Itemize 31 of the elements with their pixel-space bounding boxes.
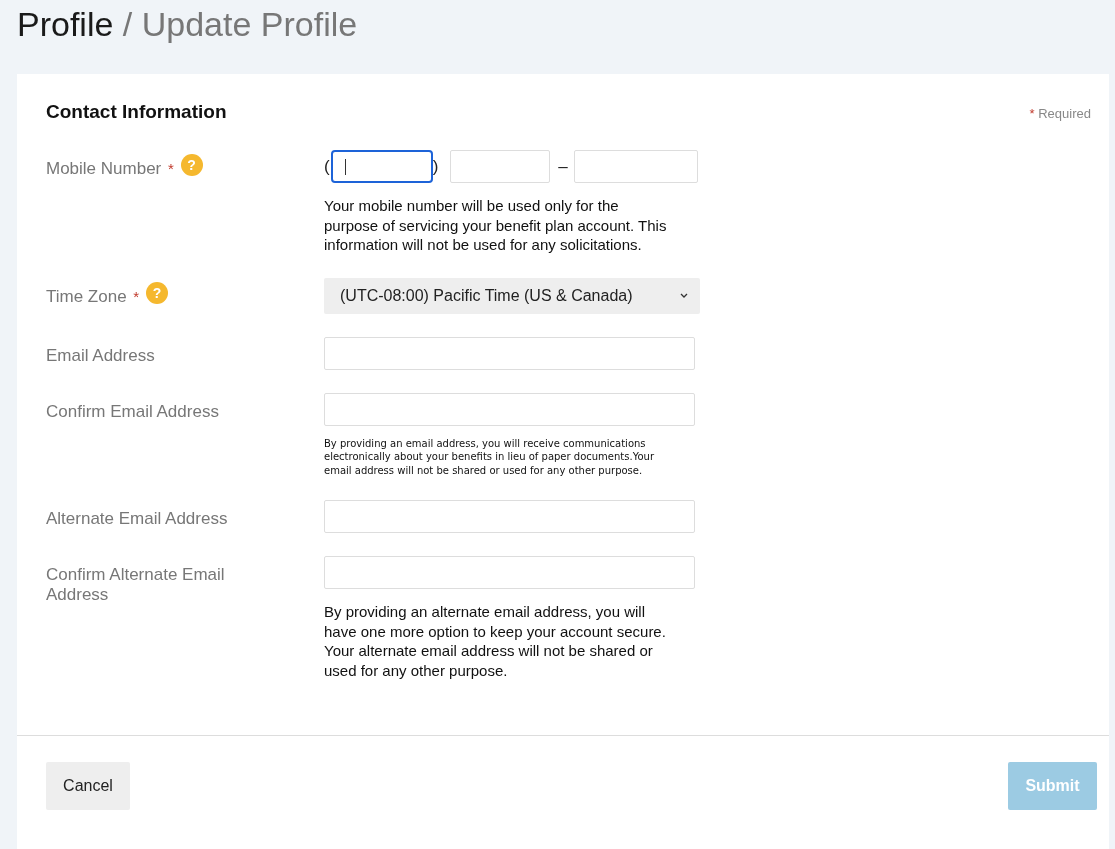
breadcrumb-link[interactable]: Profile: [17, 5, 114, 43]
email-field[interactable]: [324, 336, 695, 370]
page-title: Update Profile: [141, 5, 358, 43]
required-asterisk: *: [168, 160, 174, 177]
chevron-down-icon: [680, 293, 688, 298]
required-note: Required: [1038, 106, 1091, 121]
required-asterisk: *: [1029, 106, 1035, 121]
dash: –: [558, 156, 568, 177]
time-zone-select[interactable]: (UTC-08:00) Pacific Time (US & Canada): [324, 277, 700, 314]
help-text: By providing an email address, you will receive communications electronically about your benefits in lieu of paper documents.Your email address will not be shared or used for any other purpose.: [324, 436, 655, 477]
help-text: By providing an alternate email address, you will have one more option to keep your account secure. Your alternate email address will not be shared or used for any other purpose.: [324, 602, 667, 680]
email-field[interactable]: [324, 392, 695, 426]
field-label: Email Address: [46, 345, 155, 365]
parenthesis: (: [324, 156, 330, 177]
breadcrumb-separator: /: [122, 5, 133, 43]
help-text: Your mobile number will be used only for the purpose of servicing your benefit plan account. This information will not be used for any solicitations.: [324, 196, 668, 255]
text-cursor: [344, 159, 347, 175]
section-title: Contact Information: [46, 100, 227, 124]
email-field[interactable]: [324, 556, 695, 589]
phone-line-field[interactable]: [573, 150, 698, 183]
field-label: Confirm Alternate Email Address: [46, 565, 225, 604]
email-field[interactable]: [324, 500, 695, 533]
area-code-field[interactable]: [330, 150, 433, 183]
field-label: Alternate Email Address: [46, 509, 228, 528]
phone-prefix-field[interactable]: [450, 150, 551, 183]
required-asterisk: *: [133, 287, 140, 305]
cancel-button[interactable]: Cancel: [46, 762, 130, 810]
field-label: Confirm Email Address: [46, 401, 219, 421]
field-label: Mobile Number: [46, 159, 162, 178]
parenthesis: ): [432, 156, 439, 177]
field-label: Time Zone: [46, 286, 127, 306]
